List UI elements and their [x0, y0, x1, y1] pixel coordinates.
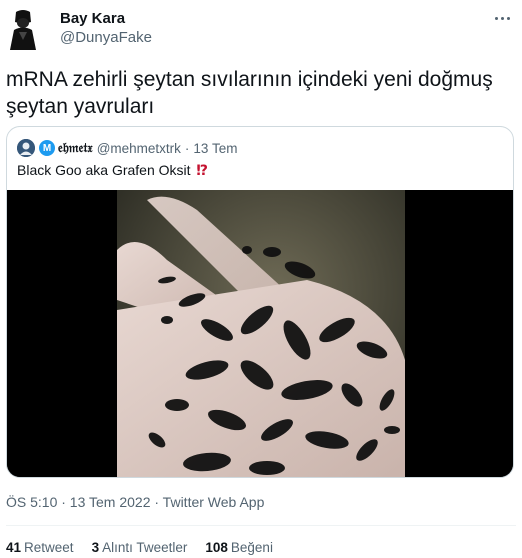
- tweet-stats: 41 Retweet 3 Alıntı Tweetler 108 Beğeni: [6, 540, 291, 555]
- divider: [6, 525, 516, 526]
- quote-tweets-number: 3: [91, 540, 100, 555]
- quote-tweets-label: Alıntı Tweetler: [102, 540, 188, 555]
- quoted-tweet[interactable]: M 𝔢𝔥𝔪𝔢𝔱𝔵 @mehmetxtrk · 13 Tem Black Goo …: [6, 126, 514, 478]
- author-name[interactable]: Bay Kara: [60, 10, 125, 27]
- interrobang-emoji: ⁉: [196, 162, 209, 178]
- retweet-label: Retweet: [24, 540, 74, 555]
- quoted-name-badge: M: [39, 140, 55, 156]
- author-handle[interactable]: @DunyaFake: [60, 29, 152, 46]
- likes-label: Beğeni: [230, 540, 273, 555]
- quoted-tweet-text: Black Goo aka Grafen Oksit ⁉: [17, 162, 208, 179]
- quoted-timestamp[interactable]: 13 Tem: [193, 141, 237, 156]
- quoted-text-body: Black Goo aka Grafen Oksit: [17, 162, 191, 178]
- quoted-avatar[interactable]: [17, 139, 35, 157]
- likes-number: 108: [205, 540, 228, 555]
- tweet-timestamp-source[interactable]: ÖS 5:10 · 13 Tem 2022 · Twitter Web App: [6, 494, 264, 510]
- retweet-number: 41: [6, 540, 22, 555]
- more-horizontal-icon: [494, 16, 498, 20]
- tweet-text: mRNA zehirli şeytan sıvılarının içindeki…: [6, 68, 493, 118]
- retweet-count[interactable]: 41 Retweet: [6, 540, 74, 555]
- video-thumbnail[interactable]: [7, 190, 513, 477]
- more-options-button[interactable]: [490, 10, 514, 26]
- avatar[interactable]: [6, 8, 40, 50]
- quoted-tweet-header: M 𝔢𝔥𝔪𝔢𝔱𝔵 @mehmetxtrk · 13 Tem: [17, 139, 237, 157]
- separator-dot: ·: [184, 140, 190, 156]
- tweet-header: Bay Kara @DunyaFake: [0, 0, 522, 60]
- quoted-author-handle[interactable]: @mehmetxtrk: [97, 141, 181, 156]
- quote-tweets-count[interactable]: 3 Alıntı Tweetler: [92, 540, 188, 555]
- quoted-author-name[interactable]: 𝔢𝔥𝔪𝔢𝔱𝔵: [58, 141, 93, 156]
- likes-count[interactable]: 108 Beğeni: [205, 540, 273, 555]
